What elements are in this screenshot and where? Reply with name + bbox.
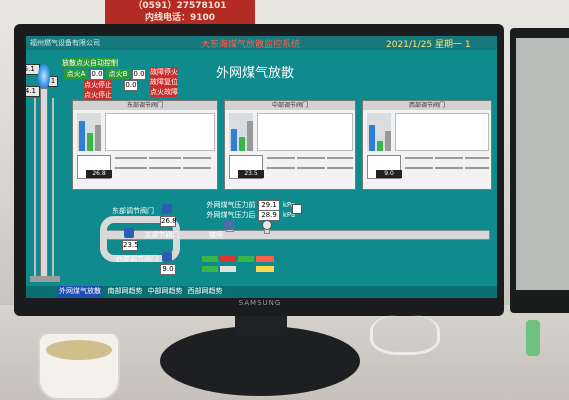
level-bars	[77, 113, 101, 151]
main-valve-icon[interactable]	[124, 228, 134, 238]
tab-middle-trend[interactable]: 中部网趋势	[146, 286, 184, 297]
system-title: 大东海煤气放散监控系统	[201, 40, 301, 50]
company-name: 福州燃气设备有限公司	[30, 39, 100, 47]
east-valve-label: 东部调节阀门	[112, 207, 154, 215]
tower-base	[30, 276, 60, 282]
gauge-reading: 26.8	[86, 170, 112, 178]
valve-gauge: 23.5	[229, 155, 264, 179]
status-grey	[220, 266, 236, 272]
tab-west-trend[interactable]: 西部网趋势	[186, 286, 224, 297]
trend-chart	[105, 113, 215, 151]
status-green	[202, 256, 218, 262]
tower-reading-mid: 124.1	[26, 86, 40, 97]
ignite-b-button[interactable]: 点火B	[106, 69, 130, 79]
east-valve-panel: 东部调节阀门 26.8	[72, 100, 218, 190]
east-valve-icon[interactable]	[162, 204, 172, 214]
monitor-brand: SAMSUNG	[238, 299, 282, 307]
west-valve-label: 西部调节阀门	[116, 255, 158, 263]
flare-tower	[40, 88, 48, 278]
ignite-b-value: 0.0	[132, 69, 146, 80]
panel-controls[interactable]	[267, 157, 353, 177]
pressure-back-value: 28.9	[258, 210, 280, 221]
west-valve-value: 9.0	[160, 264, 176, 275]
ignite-fault-indicator: 点火故障	[150, 87, 178, 97]
scada-screen: 福州燃气设备有限公司 大东海煤气放散监控系统 2021/1/25 星期一 1 放…	[26, 36, 497, 298]
level-bars	[229, 113, 253, 151]
wall-sign: （0591）27578101 内线电话：9100	[105, 0, 255, 26]
panel-title: 西部调节阀门	[363, 101, 491, 110]
monitor-stand-neck	[235, 314, 287, 336]
green-bottle	[526, 320, 540, 356]
panel-controls[interactable]	[115, 157, 215, 177]
tea	[46, 340, 112, 360]
butterfly-valve-icon[interactable]	[224, 220, 234, 230]
tab-external-flare[interactable]: 外网煤气放散	[58, 286, 102, 297]
east-valve-value: 26.8	[160, 216, 177, 227]
pressure-back-label: 外网煤气压力后	[206, 211, 256, 219]
pressure-front-label: 外网煤气压力前	[206, 201, 256, 209]
page-title: 外网煤气放散	[216, 66, 295, 81]
ignite-stop-a-button[interactable]: 点火停止	[84, 80, 112, 90]
panel-title: 中部调节阀门	[225, 101, 355, 110]
monitor-stand-base	[160, 326, 360, 396]
valve-gauge: 26.8	[77, 155, 112, 179]
butterfly-valve-label: 蝶阀	[209, 231, 223, 239]
fault-reset-button[interactable]: 故障复位	[150, 77, 178, 87]
main-valve-value: 23.5	[122, 240, 139, 251]
middle-valve-panel: 中部调节阀门 23.5	[224, 100, 356, 190]
valve-gauge: 9.0	[367, 155, 402, 179]
west-valve-icon[interactable]	[162, 252, 172, 262]
flare-flame-icon	[38, 64, 50, 88]
sign-line-1: （0591）27578101	[133, 1, 227, 11]
auto-control-button[interactable]: 放散点火自动控制	[62, 58, 118, 68]
status-green-2	[238, 256, 254, 262]
ignite-c-value: 0.0	[124, 80, 138, 91]
status-red	[220, 256, 236, 262]
sign-line-2: 内线电话：9100	[144, 13, 216, 23]
panel-title: 东部调节阀门	[73, 101, 217, 110]
west-valve-panel: 西部调节阀门 9.0	[362, 100, 492, 190]
ignite-a-button[interactable]: 点火A	[64, 69, 88, 79]
tab-south-trend[interactable]: 南部网趋势	[106, 286, 144, 297]
gauge-reading: 23.5	[238, 170, 264, 178]
status-yellow	[256, 266, 274, 272]
trend-chart	[395, 113, 489, 151]
level-bars	[367, 113, 391, 151]
main-valve-label: 主调节阀门	[144, 231, 180, 239]
status-green-3	[202, 266, 218, 272]
trend-chart	[257, 113, 353, 151]
cable	[370, 315, 440, 355]
fault-stop-button[interactable]: 故障停火	[150, 67, 178, 77]
gauge-reading: 9.0	[376, 170, 402, 178]
ignite-a-value: 0.0	[90, 69, 104, 80]
status-red-2	[256, 256, 274, 262]
panel-controls[interactable]	[405, 157, 489, 177]
second-monitor-screen	[516, 38, 569, 290]
datetime: 2021/1/25 星期一 1	[386, 40, 471, 50]
ignite-stop-b-button[interactable]: 点火停止	[84, 90, 112, 100]
small-indicator	[292, 204, 302, 214]
pressure-gauge-icon	[262, 220, 272, 230]
